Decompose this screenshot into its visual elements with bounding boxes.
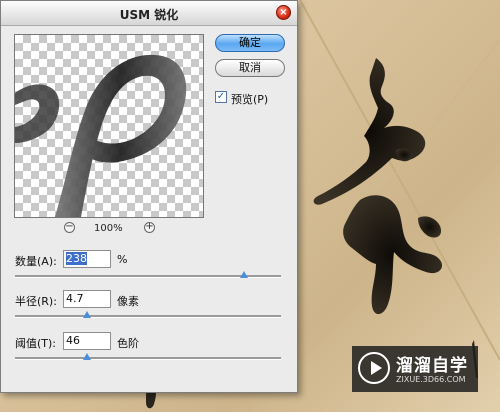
calligraphy-stroke — [418, 216, 442, 238]
cancel-button[interactable]: 取消 — [215, 59, 285, 77]
amount-unit: % — [117, 253, 128, 266]
usm-sharpen-dialog: USM 锐化 × − 100% + 确定 取消 ✓ 预览(P) 数量(A): 2… — [0, 0, 298, 393]
zoom-controls: − 100% + — [14, 221, 204, 237]
watermark-url: ZIXUE.3D66.COM — [396, 375, 466, 384]
threshold-label: 阈值(T): — [15, 337, 57, 350]
preview-ink-stroke — [15, 84, 60, 143]
radius-slider-thumb[interactable] — [82, 311, 91, 318]
preview-checkbox-label[interactable]: 预览(P) — [231, 91, 268, 107]
preview-image — [15, 54, 187, 217]
preview-checkbox[interactable]: ✓ — [215, 91, 227, 103]
calligraphy-stroke — [343, 195, 443, 315]
radius-input[interactable]: 4.7 — [63, 290, 111, 308]
calligraphy-stroke — [313, 58, 426, 205]
amount-value: 238 — [66, 252, 87, 265]
ok-button[interactable]: 确定 — [215, 34, 285, 52]
threshold-input[interactable]: 46 — [63, 332, 111, 350]
amount-slider-thumb[interactable] — [239, 271, 248, 278]
threshold-slider[interactable] — [15, 353, 281, 360]
preview-area[interactable] — [14, 34, 204, 218]
paper-fold-line — [299, 0, 500, 361]
site-watermark: 溜溜自学 ZIXUE.3D66.COM — [352, 346, 478, 392]
preview-ink-stroke — [55, 54, 187, 217]
close-icon[interactable]: × — [276, 5, 291, 20]
play-logo-icon — [358, 352, 390, 384]
radius-slider[interactable] — [15, 311, 281, 318]
zoom-level: 100% — [94, 223, 123, 234]
zoom-out-button[interactable]: − — [64, 222, 75, 233]
amount-label: 数量(A): — [15, 255, 57, 268]
zoom-in-button[interactable]: + — [144, 222, 155, 233]
dialog-titlebar[interactable]: USM 锐化 × — [1, 1, 297, 26]
threshold-slider-thumb[interactable] — [82, 353, 91, 360]
dialog-title: USM 锐化 — [119, 8, 179, 22]
watermark-name: 溜溜自学 — [396, 356, 468, 376]
radius-unit: 像素 — [117, 295, 139, 308]
amount-slider[interactable] — [15, 271, 281, 278]
amount-input[interactable]: 238 — [63, 250, 111, 268]
threshold-unit: 色阶 — [117, 337, 139, 350]
radius-label: 半径(R): — [15, 295, 57, 308]
